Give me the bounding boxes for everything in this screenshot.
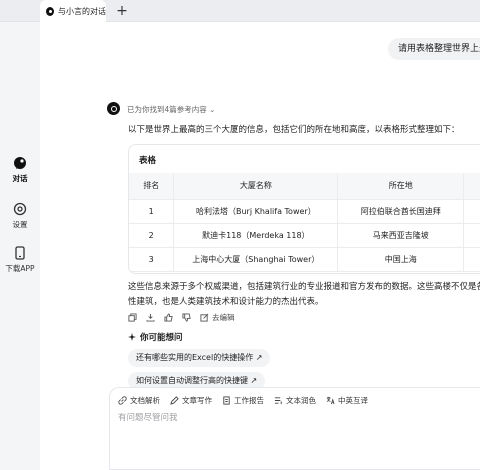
tab-title: 与小言的对话 (58, 6, 106, 16)
answer-outro: 这些信息来源于多个权威渠道，包括建筑行业的专业报道和官方发布的数据。这些高楼不仅… (128, 280, 480, 310)
table-row: 2 默迪卡118（Merdeka 118） 马来西亚吉隆坡 (129, 223, 480, 248)
tool-label: 文章写作 (182, 396, 212, 405)
document-icon (223, 396, 230, 405)
answer-table: 排名 大厦名称 所在地 1 哈利法塔（Burj Khalifa Tower） 阿… (129, 173, 480, 272)
sidebar-item-chat[interactable]: 对话 (0, 156, 40, 184)
answer-intro: 以下是世界上最高的三个大厦的信息，包括它们的所在地和高度，以表格形式整理如下： (128, 125, 460, 135)
table-header: 排名 (129, 173, 175, 200)
table-cell: 中国上海 (337, 247, 465, 272)
composer-input[interactable] (118, 413, 418, 423)
settings-icon (13, 202, 27, 216)
table-header-row: 排名 大厦名称 所在地 (129, 173, 480, 200)
answer-actions: 去编辑 (128, 312, 235, 323)
sidebar: 对话 设置 下载APP (0, 22, 40, 470)
tool-doc-parse[interactable]: 文档解析 (118, 395, 160, 406)
sources-toggle[interactable]: 已为你找到4篇参考内容 ⌄ (127, 104, 215, 115)
table-cell (463, 247, 480, 272)
table-cell: 哈利法塔（Burj Khalifa Tower） (173, 199, 339, 224)
tool-translate[interactable]: 中英互译 (326, 395, 368, 406)
answer-table-card: 表格 排名 大厦名称 所在地 1 哈利法塔（Burj Khalifa Tower… (128, 144, 480, 274)
answer-outro-line: 性建筑，也是人类建筑技术和设计能力的杰出代表。 (128, 297, 324, 307)
chat-main: 请用表格整理世界上最 已为你找到4篇参考内容 ⌄ 以下是世界上最高的三个大厦的信… (40, 22, 480, 470)
table-cell: 1 (129, 199, 175, 224)
table-cell: 默迪卡118（Merdeka 118） (173, 223, 339, 248)
download-app-icon (15, 246, 25, 260)
suggestions-heading-text: 你可能想问 (140, 333, 183, 343)
thumbs-up-icon[interactable] (164, 313, 173, 322)
tool-article-writing[interactable]: 文章写作 (170, 395, 212, 406)
table-cell: 2 (129, 223, 175, 248)
composer: 文档解析 文章写作 工作报告 文本润色 中英互译 (109, 387, 480, 470)
table-cell: 上海中心大厦（Shanghai Tower） (173, 247, 339, 272)
answer-outro-line: 这些信息来源于多个权威渠道，包括建筑行业的专业报道和官方发布的数据。这些高楼不仅… (128, 282, 480, 292)
table-row: 3 上海中心大厦（Shanghai Tower） 中国上海 (129, 247, 480, 272)
table-cell (463, 199, 480, 224)
link-icon (118, 396, 127, 405)
tool-work-report[interactable]: 工作报告 (222, 395, 264, 406)
tab-conversation[interactable]: 与小言的对话 (40, 0, 106, 22)
table-header (463, 173, 480, 200)
chevron-down-icon: ⌄ (209, 105, 216, 114)
tool-label: 文本润色 (286, 396, 316, 405)
tool-text-polish[interactable]: 文本润色 (274, 395, 316, 406)
edit-button[interactable]: 去编辑 (200, 312, 235, 323)
table-row: 1 哈利法塔（Burj Khalifa Tower） 阿拉伯联合酋长国迪拜 (129, 199, 480, 224)
tool-label: 中英互译 (338, 396, 368, 405)
assistant-logo-icon (46, 6, 54, 16)
download-icon[interactable] (146, 313, 155, 322)
pen-icon (170, 396, 179, 405)
table-cell: 马来西亚吉隆坡 (337, 223, 465, 248)
suggestions-heading: 你可能想问 (128, 331, 183, 343)
copy-icon[interactable] (128, 313, 137, 322)
sidebar-item-label: 下载APP (5, 264, 35, 273)
tool-label: 文档解析 (130, 396, 160, 405)
table-cell: 阿拉伯联合酋长国迪拜 (337, 199, 465, 224)
chat-icon (14, 157, 26, 169)
sidebar-item-label: 对话 (12, 174, 28, 183)
tab-bar: 与小言的对话 + (0, 0, 480, 22)
table-cell (463, 223, 480, 248)
thumbs-down-icon[interactable] (182, 313, 191, 322)
table-title: 表格 (139, 156, 157, 166)
sidebar-item-download-app[interactable]: 下载APP (0, 246, 40, 274)
sources-label: 已为你找到4篇参考内容 (127, 105, 207, 114)
new-tab-button[interactable]: + (114, 3, 130, 19)
sidebar-item-settings[interactable]: 设置 (0, 202, 40, 230)
table-header: 所在地 (337, 173, 465, 200)
sidebar-item-label: 设置 (12, 220, 28, 229)
table-cell: 3 (129, 247, 175, 272)
text-format-icon (274, 397, 282, 405)
translate-icon (326, 396, 335, 405)
assistant-avatar (107, 102, 120, 115)
edit-label: 去编辑 (212, 313, 235, 322)
table-header: 大厦名称 (173, 173, 339, 200)
sparkle-icon (128, 333, 136, 341)
edit-icon (200, 313, 209, 322)
tool-label: 工作报告 (234, 396, 264, 405)
user-message: 请用表格整理世界上最 (388, 38, 480, 60)
suggestion-chip[interactable]: 还有哪些实用的Excel的快捷操作 ↗ (128, 349, 271, 367)
composer-tools: 文档解析 文章写作 工作报告 文本润色 中英互译 (118, 395, 368, 406)
